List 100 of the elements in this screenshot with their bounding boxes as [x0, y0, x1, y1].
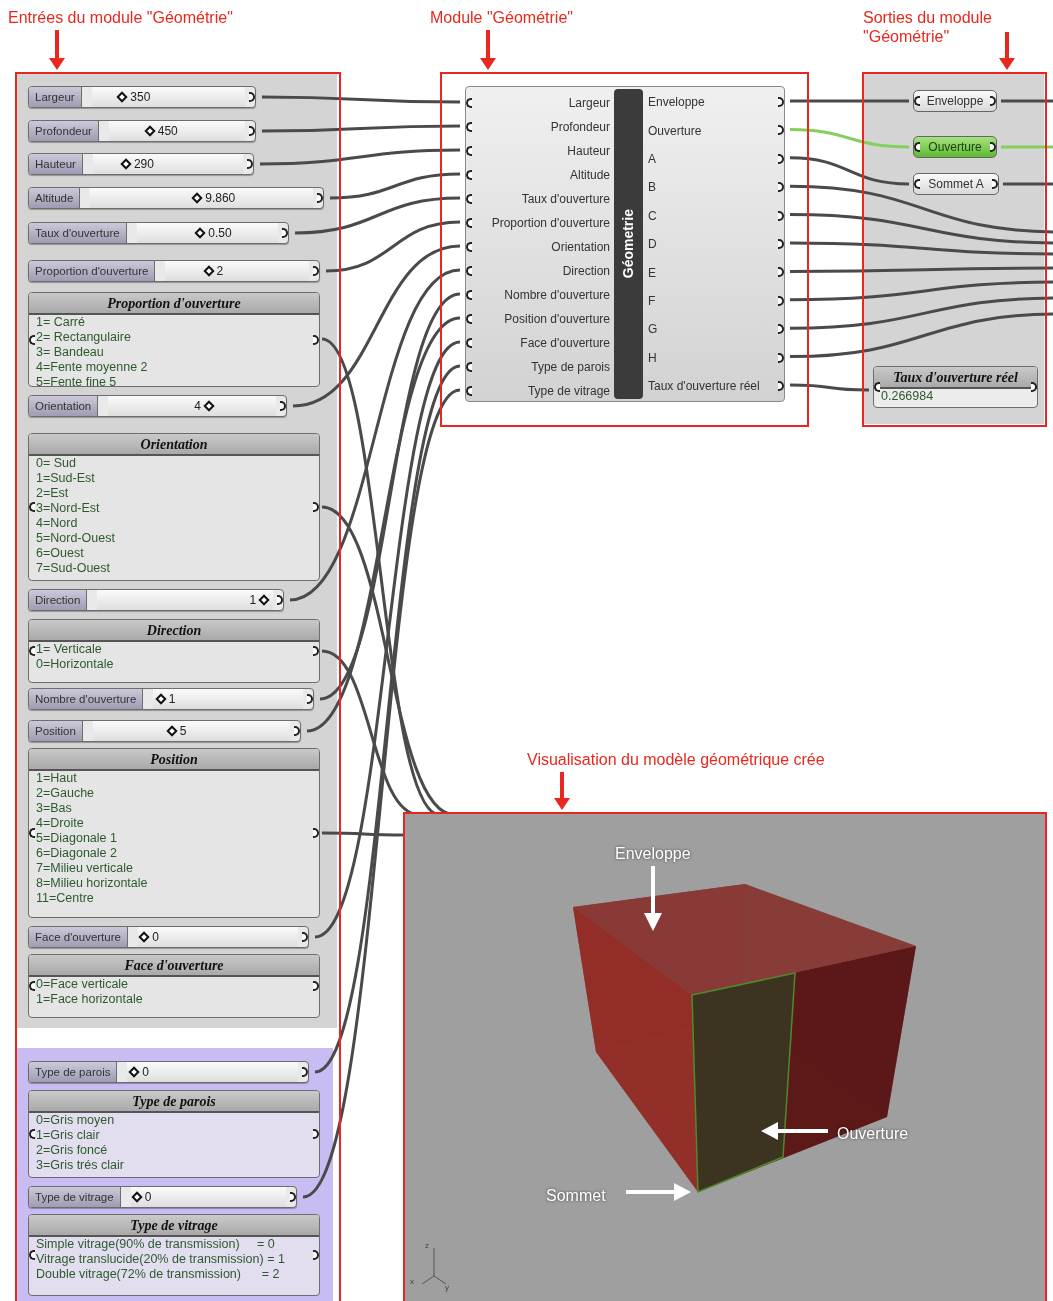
input-port-icon[interactable] [466, 194, 472, 204]
slider-track[interactable]: 5 [92, 721, 290, 741]
slider-knob[interactable] [128, 1066, 140, 1078]
output-port-icon[interactable] [778, 380, 784, 391]
slider-label: Profondeur [29, 121, 99, 141]
input-port-icon[interactable] [29, 981, 35, 991]
slider-track[interactable]: 9.860 [90, 188, 313, 208]
annotation-label: Sorties du module "Géométrie" [863, 8, 993, 46]
input-port-icon[interactable] [914, 96, 920, 106]
input-port-icon[interactable] [466, 122, 472, 132]
slider-knob[interactable] [191, 192, 203, 204]
output-port-icon[interactable] [280, 401, 286, 411]
output-port-icon[interactable] [313, 1129, 319, 1139]
output-port-icon[interactable] [249, 126, 255, 136]
output-port-icon[interactable] [317, 193, 323, 203]
input-port-icon[interactable] [29, 334, 35, 345]
input-port-icon[interactable] [29, 502, 35, 512]
output-port-icon[interactable] [313, 334, 319, 345]
input-port-icon[interactable] [466, 290, 472, 300]
input-port-icon[interactable] [29, 828, 35, 838]
input-port-icon[interactable] [914, 179, 920, 189]
output-port-icon[interactable] [249, 92, 255, 102]
slider-track[interactable]: 450 [108, 121, 245, 141]
output-port-icon[interactable] [778, 97, 784, 107]
output-port-icon[interactable] [247, 159, 253, 169]
input-label: Profondeur [550, 119, 610, 136]
slider-track[interactable]: 2 [165, 261, 309, 281]
slider-track[interactable]: 0.50 [136, 223, 278, 243]
slider-knob[interactable] [131, 1191, 143, 1203]
input-port-icon[interactable] [466, 266, 472, 276]
slider-knob[interactable] [120, 158, 132, 170]
parameter-node[interactable]: Ouverture [913, 136, 997, 158]
slider-track[interactable]: 0 [137, 927, 298, 947]
output-port-icon[interactable] [313, 646, 319, 656]
input-port-icon[interactable] [466, 386, 472, 396]
parameter-node[interactable]: Sommet A [913, 173, 999, 195]
output-port-icon[interactable] [990, 96, 996, 106]
panel-line: 1=Gris clair [36, 1128, 101, 1143]
input-port-icon[interactable] [874, 382, 880, 392]
output-port-icon[interactable] [778, 238, 784, 249]
output-port-icon[interactable] [778, 182, 784, 193]
input-port-icon[interactable] [914, 142, 920, 152]
output-port-icon[interactable] [282, 228, 288, 238]
output-port-icon[interactable] [302, 1067, 308, 1077]
input-port-icon[interactable] [466, 98, 472, 108]
output-port-icon[interactable] [290, 1192, 296, 1202]
output-port-icon[interactable] [778, 153, 784, 164]
output-label: G [648, 321, 658, 339]
slider-track[interactable]: 4 [108, 396, 276, 416]
input-port-icon[interactable] [466, 242, 472, 252]
input-port-icon[interactable] [29, 1250, 35, 1260]
slider-label: Position [29, 721, 83, 741]
slider-track[interactable]: 0 [127, 1062, 298, 1082]
output-port-icon[interactable] [778, 295, 784, 306]
output-port-icon[interactable] [990, 142, 996, 152]
slider-knob[interactable] [155, 693, 167, 705]
input-label: Altitude [569, 167, 610, 184]
output-port-icon[interactable] [313, 266, 319, 276]
slider-track[interactable]: 290 [92, 154, 243, 174]
input-port-icon[interactable] [466, 314, 472, 324]
output-port-icon[interactable] [778, 210, 784, 221]
slider-knob[interactable] [144, 125, 156, 137]
input-port-icon[interactable] [29, 1129, 35, 1139]
slider-knob[interactable] [194, 227, 206, 239]
slider-knob[interactable] [166, 725, 178, 737]
slider-knob[interactable] [202, 265, 215, 277]
output-port-icon[interactable] [1031, 382, 1037, 392]
output-port-icon[interactable] [313, 1250, 319, 1260]
input-port-icon[interactable] [466, 146, 472, 156]
output-port-icon[interactable] [778, 267, 784, 278]
output-port-icon[interactable] [313, 502, 319, 512]
input-port-icon[interactable] [466, 362, 472, 372]
slider-knob[interactable] [116, 91, 128, 103]
output-port-icon[interactable] [294, 726, 300, 736]
slider-value: 290 [133, 156, 154, 173]
input-port-icon[interactable] [466, 338, 472, 348]
slider-track[interactable]: 1 [97, 590, 273, 610]
slider-track[interactable]: 1 [153, 689, 303, 709]
output-port-icon[interactable] [778, 324, 784, 335]
output-port-icon[interactable] [302, 932, 308, 942]
slider-knob[interactable] [203, 400, 215, 412]
input-port-icon[interactable] [466, 218, 472, 228]
output-port-icon[interactable] [313, 828, 319, 838]
output-port-icon[interactable] [307, 694, 313, 704]
input-port-icon[interactable] [29, 646, 35, 656]
component-node[interactable] [465, 86, 785, 402]
output-label: A [648, 150, 656, 168]
output-port-icon[interactable] [778, 125, 784, 136]
output-port-icon[interactable] [313, 981, 319, 991]
output-port-icon[interactable] [778, 352, 784, 363]
panel-line: 6=Diagonale 2 [36, 846, 118, 861]
parameter-node[interactable]: Enveloppe [913, 90, 997, 112]
output-label: H [648, 349, 657, 367]
slider-knob[interactable] [138, 931, 150, 943]
input-port-icon[interactable] [466, 170, 472, 180]
slider-knob[interactable] [258, 594, 270, 606]
output-port-icon[interactable] [277, 595, 283, 605]
slider-track[interactable]: 0 [130, 1187, 286, 1207]
output-port-icon[interactable] [992, 179, 998, 189]
slider-track[interactable]: 350 [91, 87, 245, 107]
